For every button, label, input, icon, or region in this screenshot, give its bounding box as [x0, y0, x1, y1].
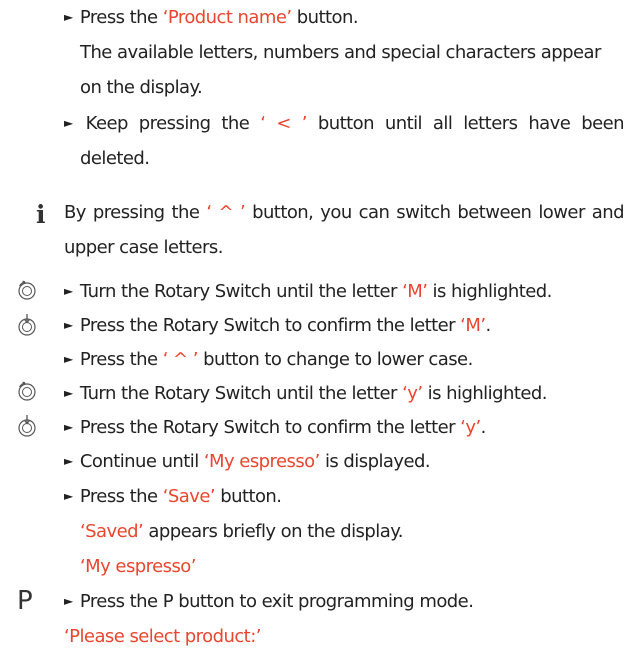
step-text: Press the Rotary Switch to confirm the l… [79, 315, 461, 336]
step-text: Keep pressing the [85, 113, 261, 134]
result-text-line: The available letters, numbers and speci… [80, 42, 601, 63]
step-lower-case: ► Press the ‘ ^ ’ button to change to lo… [64, 349, 473, 370]
step-continue: ► Continue until ‘My espresso’ is displa… [64, 451, 431, 472]
display-text-saved: ‘Saved’ [80, 521, 144, 542]
step-text: is highlighted. [427, 281, 553, 302]
step-turn-to-y: ► Turn the Rotary Switch until the lette… [64, 383, 547, 404]
p-button-icon: P [17, 586, 33, 616]
step-text: button until all letters have been [306, 113, 625, 134]
result-text-line: appears briefly on the display. [143, 521, 403, 542]
bullet-arrow: ► [64, 116, 73, 130]
step-text: Turn the Rotary Switch until the letter [79, 383, 403, 404]
bullet-arrow: ► [64, 594, 73, 608]
bullet-arrow: ► [64, 352, 73, 366]
step-text: Press the [79, 7, 163, 28]
bullet-arrow: ► [64, 420, 73, 434]
display-text-caret: ‘ ^ ’ [162, 349, 199, 370]
bullet-arrow: ► [64, 318, 73, 332]
rotary-press-icon [18, 415, 36, 437]
step-text: Press the [79, 349, 163, 370]
info-icon: i [36, 200, 46, 229]
info-note-continuation: upper case letters. [64, 237, 223, 258]
display-text-caret: ‘ ^ ’ [206, 202, 246, 223]
step-text: Press the [79, 486, 163, 507]
rotary-press-icon [18, 314, 36, 336]
result-text: The available letters, numbers and speci… [80, 42, 601, 63]
display-text-save: ‘Save’ [162, 486, 216, 507]
step-text: . [485, 315, 492, 336]
step-text: Press the P button to exit programming m… [79, 591, 474, 612]
bullet-arrow: ► [64, 454, 73, 468]
info-note: By pressing the ‘ ^ ’ button, you can sw… [64, 202, 625, 223]
result-text-line: on the display. [80, 77, 203, 98]
step-text: button to change to lower case. [197, 349, 473, 370]
result-saved: ‘Saved’ appears briefly on the display. [80, 521, 403, 542]
bullet-arrow: ► [64, 386, 73, 400]
result-text: on the display. [80, 77, 203, 98]
step-turn-to-M: ► Turn the Rotary Switch until the lette… [64, 281, 552, 302]
bullet-arrow: ► [64, 10, 73, 24]
step-text: Press the Rotary Switch to confirm the l… [79, 417, 461, 438]
step-text: is displayed. [319, 451, 431, 472]
display-text-letter: ‘M’ [402, 281, 428, 302]
bullet-arrow: ► [64, 284, 73, 298]
display-text-letter: ‘y’ [460, 417, 481, 438]
display-text-back-button: ‘ < ’ [260, 113, 307, 134]
step-save: ► Press the ‘Save’ button. [64, 486, 282, 507]
step-text: Continue until [79, 451, 204, 472]
step-exit-programming: ► Press the P button to exit programming… [64, 591, 474, 612]
step-keep-pressing-back: ► Keep pressing the ‘ < ’ button until a… [64, 113, 625, 134]
bullet-arrow: ► [64, 489, 73, 503]
display-text-letter: ‘y’ [402, 383, 423, 404]
step-text: Turn the Rotary Switch until the letter [79, 281, 403, 302]
info-text: upper case letters. [64, 237, 223, 258]
step-press-product-name: ► Press the ‘Product name’ button. [64, 7, 359, 28]
step-text: button. [291, 7, 359, 28]
display-text-my-espresso: ‘My espresso’ [80, 556, 196, 577]
info-text: button, you can switch between lower and [245, 202, 624, 223]
step-text: is highlighted. [422, 383, 548, 404]
display-text-please-select: ‘Please select product:’ [64, 626, 261, 647]
step-continuation: deleted. [80, 148, 150, 169]
step-confirm-M: ► Press the Rotary Switch to confirm the… [64, 315, 491, 336]
rotary-turn-icon [18, 280, 36, 300]
display-text-name: ‘My espresso’ [203, 451, 320, 472]
step-text: button. [215, 486, 282, 507]
info-text: By pressing the [64, 202, 207, 223]
step-text: deleted. [80, 148, 150, 169]
rotary-turn-icon [18, 381, 36, 401]
display-text-letter: ‘M’ [460, 315, 486, 336]
step-confirm-y: ► Press the Rotary Switch to confirm the… [64, 417, 486, 438]
step-text: . [480, 417, 487, 438]
display-text-product-name: ‘Product name’ [162, 7, 292, 28]
